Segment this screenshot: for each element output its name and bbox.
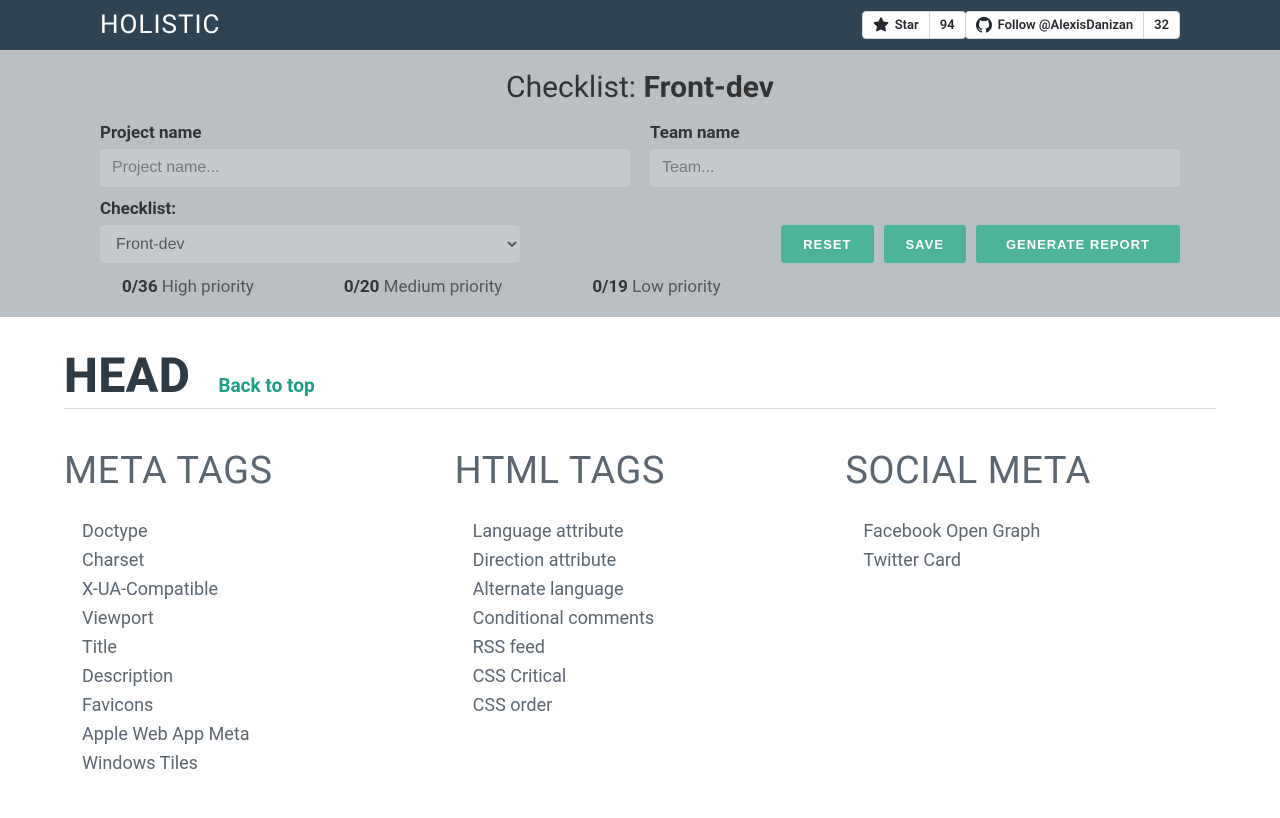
list-item[interactable]: Alternate language: [473, 575, 826, 604]
list-item[interactable]: Description: [82, 662, 435, 691]
list-item[interactable]: Charset: [82, 546, 435, 575]
low-priority: 0/19 Low priority: [592, 277, 720, 297]
list-item[interactable]: Apple Web App Meta: [82, 720, 435, 749]
low-priority-count: 0/19: [592, 277, 628, 297]
star-icon: [873, 17, 889, 33]
github-follow-count[interactable]: 32: [1144, 11, 1180, 39]
priority-summary: 0/36 High priority 0/20 Medium priority …: [100, 277, 1180, 297]
github-star-button[interactable]: Star: [862, 11, 930, 39]
list-item[interactable]: Windows Tiles: [82, 749, 435, 778]
main-content: HEAD Back to top META TAGS Doctype Chars…: [0, 317, 1280, 818]
meta-tags-list: Doctype Charset X-UA-Compatible Viewport…: [64, 517, 435, 778]
action-buttons: RESET SAVE GENERATE REPORT: [781, 225, 1180, 263]
github-star-label: Star: [895, 18, 919, 33]
github-follow-button[interactable]: Follow @AlexisDanizan: [965, 11, 1145, 39]
github-follow-label: Follow @AlexisDanizan: [998, 18, 1134, 33]
social-meta-column: SOCIAL META Facebook Open Graph Twitter …: [845, 449, 1216, 778]
back-to-top-link[interactable]: Back to top: [218, 374, 314, 397]
columns: META TAGS Doctype Charset X-UA-Compatibl…: [64, 449, 1216, 778]
section-title: HEAD: [64, 347, 190, 404]
github-widgets: Star 94 Follow @AlexisDanizan 32: [862, 11, 1180, 39]
project-name-col: Project name: [100, 123, 630, 187]
generate-report-button[interactable]: GENERATE REPORT: [976, 225, 1180, 263]
section-header: HEAD Back to top: [64, 347, 1216, 409]
config-panel: Checklist: Front-dev Project name Team n…: [0, 50, 1280, 317]
list-item[interactable]: X-UA-Compatible: [82, 575, 435, 604]
medium-priority-count: 0/20: [344, 277, 380, 297]
list-item[interactable]: Favicons: [82, 691, 435, 720]
checklist-col: Checklist: Front-dev: [100, 199, 520, 263]
team-name-label: Team name: [650, 123, 1180, 143]
project-name-input[interactable]: [100, 149, 630, 187]
medium-priority-label: Medium priority: [379, 277, 502, 297]
html-tags-column: HTML TAGS Language attribute Direction a…: [455, 449, 826, 778]
list-item[interactable]: Doctype: [82, 517, 435, 546]
list-item[interactable]: Language attribute: [473, 517, 826, 546]
list-item[interactable]: Title: [82, 633, 435, 662]
meta-tags-title: META TAGS: [64, 449, 435, 493]
github-follow-group: Follow @AlexisDanizan 32: [965, 11, 1180, 39]
social-meta-title: SOCIAL META: [845, 449, 1216, 493]
github-star-group: Star 94: [862, 11, 966, 39]
html-tags-list: Language attribute Direction attribute A…: [455, 517, 826, 720]
team-name-col: Team name: [650, 123, 1180, 187]
checklist-label: Checklist:: [100, 199, 520, 219]
list-item[interactable]: Twitter Card: [863, 546, 1216, 575]
html-tags-title: HTML TAGS: [455, 449, 826, 493]
reset-button[interactable]: RESET: [781, 225, 873, 263]
social-meta-list: Facebook Open Graph Twitter Card: [845, 517, 1216, 575]
form-row-names: Project name Team name: [100, 123, 1180, 187]
header-bar: HOLISTIC Star 94 Follow @AlexisDanizan 3…: [0, 0, 1280, 50]
list-item[interactable]: Direction attribute: [473, 546, 826, 575]
high-priority-label: High priority: [158, 277, 254, 297]
list-item[interactable]: RSS feed: [473, 633, 826, 662]
list-item[interactable]: CSS order: [473, 691, 826, 720]
low-priority-label: Low priority: [628, 277, 721, 297]
github-icon: [976, 17, 992, 33]
list-item[interactable]: Conditional comments: [473, 604, 826, 633]
team-name-input[interactable]: [650, 149, 1180, 187]
checklist-select[interactable]: Front-dev: [100, 225, 520, 263]
meta-tags-column: META TAGS Doctype Charset X-UA-Compatibl…: [64, 449, 435, 778]
github-star-count[interactable]: 94: [930, 11, 966, 39]
project-name-label: Project name: [100, 123, 630, 143]
medium-priority: 0/20 Medium priority: [344, 277, 503, 297]
save-button[interactable]: SAVE: [884, 225, 966, 263]
list-item[interactable]: CSS Critical: [473, 662, 826, 691]
form-row-checklist: Checklist: Front-dev RESET SAVE GENERATE…: [100, 199, 1180, 263]
panel-title-name: Front-dev: [644, 70, 774, 105]
high-priority: 0/36 High priority: [122, 277, 254, 297]
panel-title: Checklist: Front-dev: [100, 70, 1180, 105]
list-item[interactable]: Facebook Open Graph: [863, 517, 1216, 546]
high-priority-count: 0/36: [122, 277, 158, 297]
logo[interactable]: HOLISTIC: [100, 10, 220, 40]
panel-title-prefix: Checklist:: [506, 70, 643, 105]
list-item[interactable]: Viewport: [82, 604, 435, 633]
